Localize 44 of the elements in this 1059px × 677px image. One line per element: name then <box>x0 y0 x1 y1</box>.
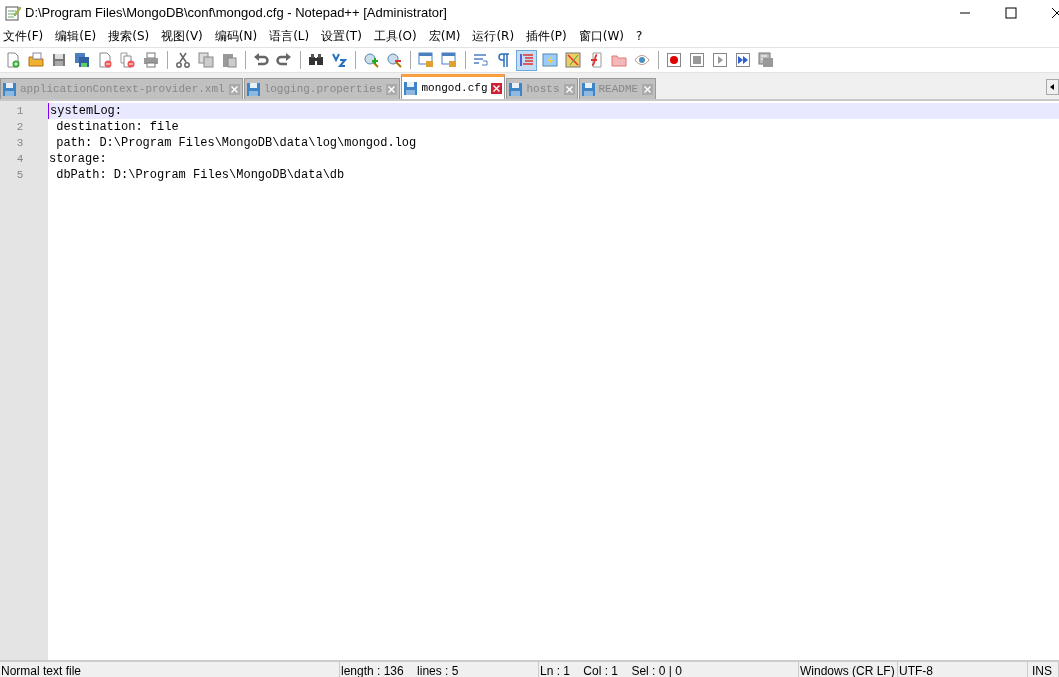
code-line: systemLog: <box>50 104 122 118</box>
indent-guide-icon[interactable] <box>516 49 537 71</box>
tab-label[interactable]: mongod.cfg <box>421 82 488 94</box>
menu-item[interactable]: ? <box>634 29 649 43</box>
menu-item[interactable]: 窗口(W) <box>577 27 630 45</box>
status-text: Windows (CR LF) <box>799 662 898 677</box>
maximize-icon[interactable] <box>1005 6 1017 19</box>
menu-item[interactable]: 视图(V) <box>160 27 209 45</box>
menu-item[interactable]: 插件(P) <box>525 27 573 45</box>
code-line: dbPath: D:\Program Files\MongoDB\data\db <box>55 168 345 182</box>
menu-item[interactable]: 语言(L) <box>268 27 316 45</box>
notepad-icon <box>5 4 21 21</box>
status-text: Normal text file <box>0 662 340 677</box>
status-text: length : 136 lines : 5 <box>340 662 539 677</box>
menu-item[interactable]: 设置(T) <box>320 27 368 45</box>
menu-item[interactable]: 编辑(E) <box>54 27 103 45</box>
line-number: 2 <box>15 120 25 135</box>
code-line: path: D:\Program Files\MongoDB\data\log\mongod.log <box>55 136 417 150</box>
status-text: UTF-8 <box>898 662 1028 677</box>
status-text: Ln : 1 Col : 1 Sel : 0 | 0 <box>539 662 799 677</box>
copy-icon[interactable] <box>195 49 216 71</box>
menu-item[interactable]: 宏(M) <box>427 27 467 45</box>
status-text: INS <box>1028 662 1059 677</box>
floppy-icon <box>404 81 418 95</box>
line-number: 4 <box>15 152 25 167</box>
menu-item[interactable]: 搜索(S) <box>107 27 156 45</box>
line-number: 1 <box>15 104 25 119</box>
scroll-left-button[interactable] <box>1046 79 1059 95</box>
menu-item[interactable]: 编码(N) <box>213 27 264 45</box>
floppy-icon <box>246 82 260 96</box>
menu-item[interactable]: 运行(R) <box>471 27 521 45</box>
code-line: destination: file <box>55 120 179 134</box>
window-title: D:\Program Files\MongoDB\conf\mongod.cfg - Notepad++ [Administrator] <box>25 5 448 20</box>
floppy-icon <box>581 82 595 96</box>
close-icon[interactable] <box>1051 6 1059 19</box>
menu-item[interactable]: 工具(O) <box>372 27 423 45</box>
document-map-icon[interactable] <box>562 49 583 71</box>
line-number: 5 <box>15 168 25 183</box>
tab[interactable]: mongod.cfg <box>401 74 506 99</box>
floppy-icon <box>509 82 523 96</box>
floppy-icon <box>3 82 16 96</box>
line-number: 3 <box>15 136 25 151</box>
menu-item[interactable]: 文件(F) <box>2 27 50 45</box>
code-line: storage: <box>49 152 107 166</box>
